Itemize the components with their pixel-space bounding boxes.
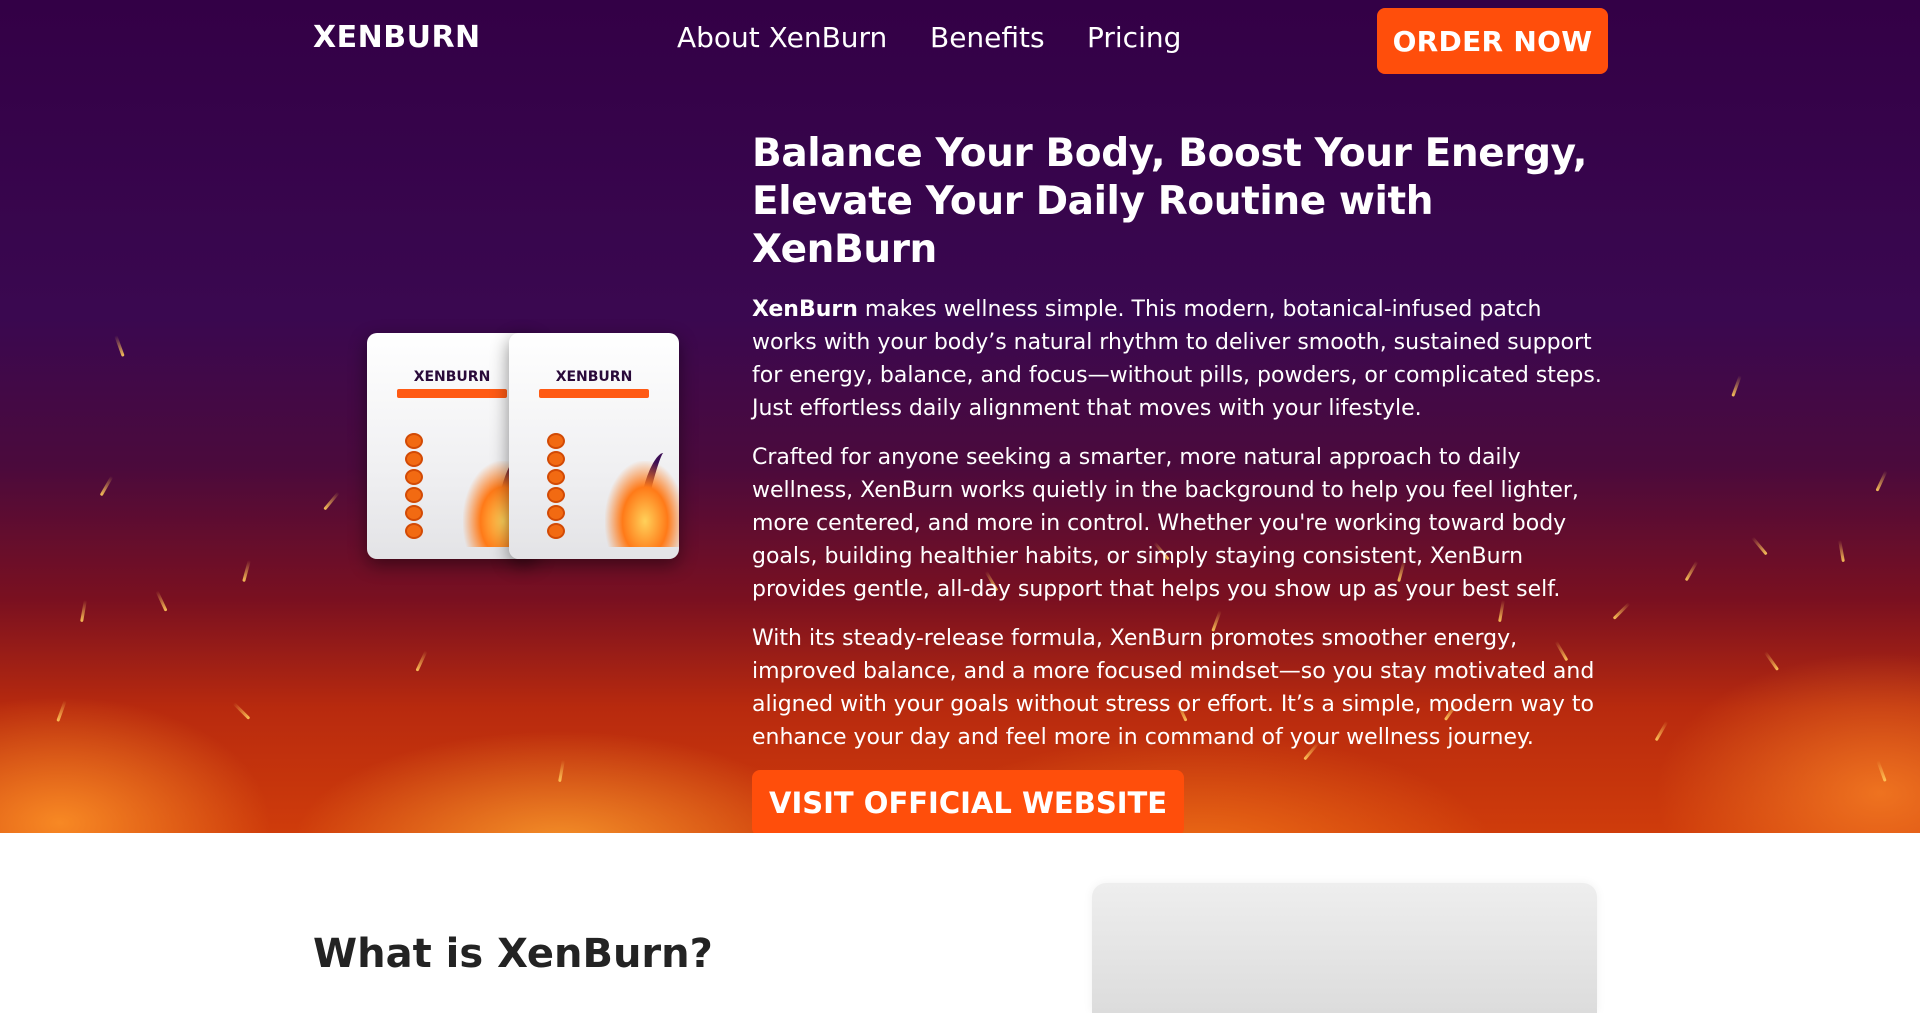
intro-text: makes wellness simple. This modern, bota… [752,297,1602,421]
hero-headline: Balance Your Body, Boost Your Energy, El… [752,131,1588,272]
ember-spark [1875,470,1888,492]
hero-paragraph-1: XenBurn makes wellness simple. This mode… [752,293,1612,425]
product-pouch: XENBURN [509,333,679,559]
visit-official-website-button[interactable]: VISIT OFFICIAL WEBSITE [752,770,1185,833]
ember-spark [1731,375,1742,397]
what-is-section: What is XenBurn? [0,833,1920,1013]
section-product-image [1092,883,1597,1013]
hero-paragraph-3: With its steady-release formula, XenBurn… [752,626,1595,750]
order-now-button[interactable]: ORDER NOW [1377,8,1608,74]
hero-paragraph-2: Crafted for anyone seeking a smarter, mo… [752,445,1579,602]
hero-section: XENBURN About XenBurn Benefits Pricing O… [0,0,1920,833]
nav-link-benefits[interactable]: Benefits [930,21,1045,54]
product-image: XENBURN XENBURN [365,333,681,563]
pouch-patch-dots [547,433,567,541]
pouch-patch-dots [405,433,425,541]
pouch-band [397,389,507,398]
hero-copy: Balance Your Body, Boost Your Energy, El… [752,130,1612,833]
nav-link-pricing[interactable]: Pricing [1087,21,1181,54]
intro-brand-bold: XenBurn [752,297,858,322]
pouch-band [539,389,649,398]
nav-link-about[interactable]: About XenBurn [677,21,887,54]
brand-logo[interactable]: XENBURN [313,20,481,55]
section-title: What is XenBurn? [313,931,713,977]
top-navbar: XENBURN About XenBurn Benefits Pricing O… [0,0,1920,82]
flame-graphic [605,461,679,547]
pouch-brand-label: XENBURN [555,369,633,385]
ember-spark [114,335,125,357]
